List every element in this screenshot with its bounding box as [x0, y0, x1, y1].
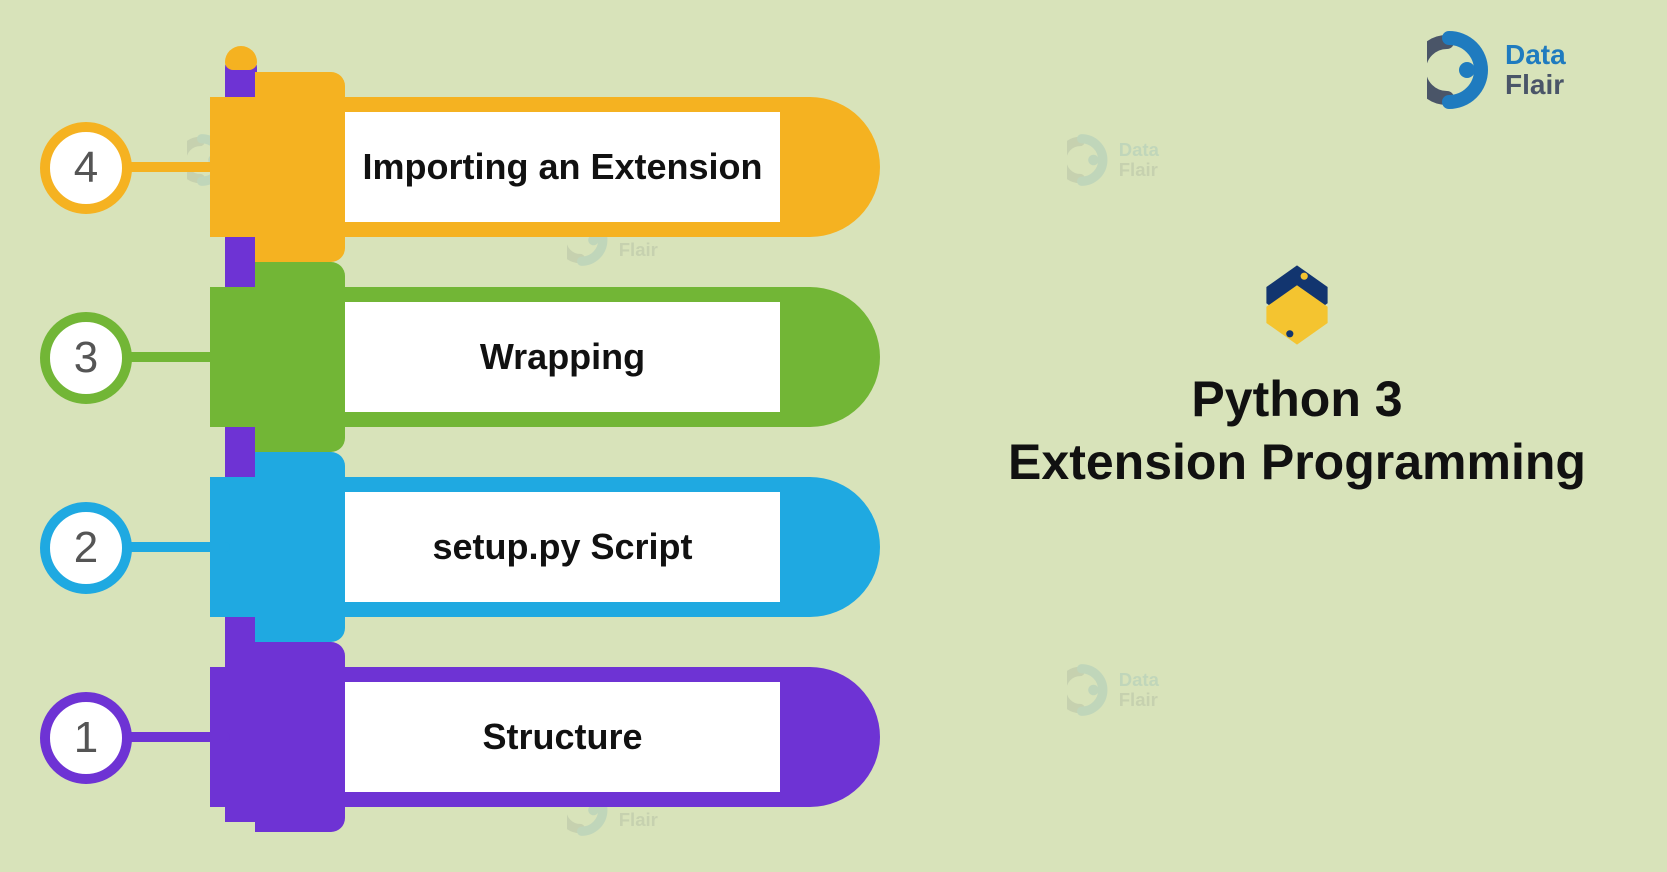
- step-label-text: setup.py Script: [432, 526, 692, 567]
- step-number-wrap: 1: [40, 692, 240, 782]
- watermark: Data Flair: [1067, 133, 1193, 187]
- step-label: setup.py Script: [345, 492, 780, 602]
- step-number-circle: 3: [40, 312, 132, 404]
- step-number-circle: 2: [40, 502, 132, 594]
- step-label: Wrapping: [345, 302, 780, 412]
- page-title-block: Python 3 Extension Programming: [987, 260, 1607, 493]
- page-title: Python 3 Extension Programming: [987, 368, 1607, 493]
- dataflair-logo: Data Flair: [1427, 30, 1617, 115]
- step-label-text: Wrapping: [480, 336, 645, 377]
- step-number-wrap: 2: [40, 502, 240, 592]
- step-number: 1: [74, 713, 98, 763]
- svg-text:Flair: Flair: [1119, 689, 1158, 710]
- step-number: 3: [74, 333, 98, 383]
- diagram-spine-cap: [225, 46, 257, 70]
- step-connector: [120, 352, 230, 362]
- step-label-text: Structure: [482, 716, 642, 757]
- step-number: 2: [74, 523, 98, 573]
- step-number-circle: 4: [40, 122, 132, 214]
- page-title-line2: Extension Programming: [1008, 434, 1586, 490]
- step-connector: [120, 542, 230, 552]
- brand-text-1: Data: [1505, 39, 1566, 70]
- step-label-text: Importing an Extension: [362, 146, 762, 187]
- step-label: Importing an Extension: [345, 112, 780, 222]
- step-number-circle: 1: [40, 692, 132, 784]
- step-number: 4: [74, 143, 98, 193]
- svg-text:Data: Data: [1119, 669, 1160, 690]
- svg-text:Data: Data: [1119, 139, 1160, 160]
- step-connector: [120, 732, 230, 742]
- step-number-wrap: 4: [40, 122, 240, 212]
- svg-text:Flair: Flair: [619, 809, 658, 830]
- svg-text:Flair: Flair: [619, 239, 658, 260]
- step-label: Structure: [345, 682, 780, 792]
- brand-text-2: Flair: [1505, 69, 1564, 100]
- step-number-wrap: 3: [40, 312, 240, 402]
- page-title-line1: Python 3: [1191, 371, 1402, 427]
- watermark: Data Flair: [1067, 663, 1193, 717]
- step-connector: [120, 162, 230, 172]
- dataflair-logo-icon: Data Flair: [1427, 30, 1617, 110]
- svg-text:Flair: Flair: [1119, 159, 1158, 180]
- python-logo-icon: [1252, 260, 1342, 350]
